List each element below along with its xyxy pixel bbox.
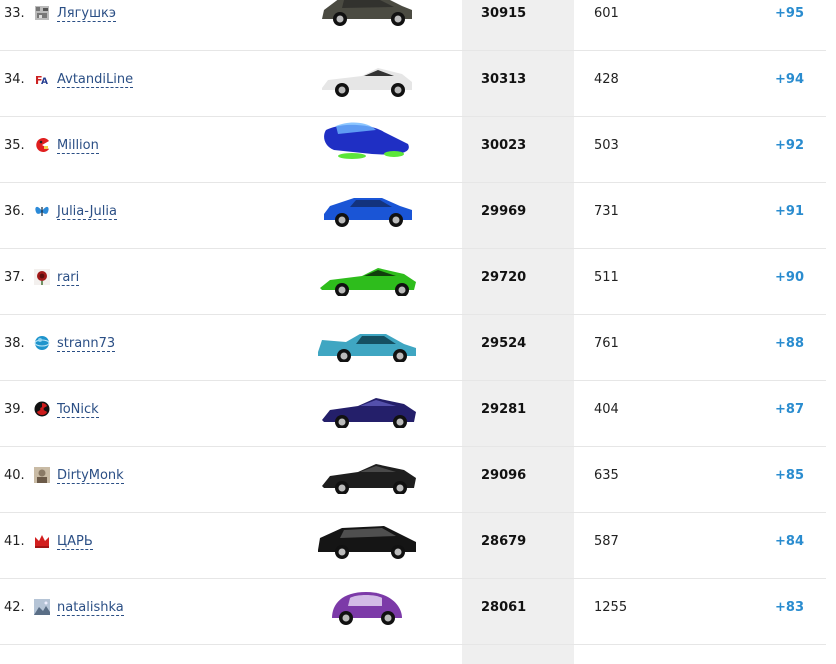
score-delta: +92 bbox=[775, 138, 804, 153]
supercar-black-icon bbox=[312, 448, 420, 494]
leaderboard-row: 37. rari 29720 511 +90 bbox=[0, 248, 826, 315]
player-name-link[interactable]: rari bbox=[57, 270, 80, 286]
score-delta: +85 bbox=[775, 468, 804, 483]
score-delta: +90 bbox=[775, 270, 804, 285]
player-name-link[interactable]: ToNick bbox=[57, 402, 99, 418]
score-value: 30915 bbox=[481, 6, 527, 21]
rank-position: 37. bbox=[4, 270, 25, 285]
races-count: 428 bbox=[594, 72, 619, 87]
coupe-blue-icon bbox=[312, 184, 420, 230]
rank-position: 42. bbox=[4, 600, 25, 615]
sedan-gray-icon bbox=[312, 0, 420, 32]
races-count: 731 bbox=[594, 204, 619, 219]
rank-position: 36. bbox=[4, 204, 25, 219]
score-value: 30313 bbox=[481, 72, 527, 87]
score-delta: +91 bbox=[775, 204, 804, 219]
score-delta: +94 bbox=[775, 72, 804, 87]
races-count: 503 bbox=[594, 138, 619, 153]
score-value: 28679 bbox=[481, 534, 527, 549]
player-name-link[interactable]: natalishka bbox=[57, 600, 124, 616]
supercar-green-icon bbox=[312, 250, 420, 296]
score-value: 29524 bbox=[481, 336, 527, 351]
leaderboard-row: 34. FA AvtandiLine 30313 428 +94 bbox=[0, 50, 826, 117]
leaderboard-row: 41. ЦАРЬ 28679 587 +84 bbox=[0, 512, 826, 579]
pacman-icon bbox=[34, 137, 50, 153]
rank-position: 34. bbox=[4, 72, 25, 87]
landscape-avatar-icon bbox=[34, 599, 50, 615]
score-delta: +87 bbox=[775, 402, 804, 417]
crown-icon bbox=[34, 533, 50, 549]
races-count: 635 bbox=[594, 468, 619, 483]
score-value: 30023 bbox=[481, 138, 527, 153]
races-count: 511 bbox=[594, 270, 619, 285]
rank-position: 33. bbox=[4, 6, 25, 21]
rank-position: 39. bbox=[4, 402, 25, 417]
sports-car-teal-icon bbox=[312, 316, 420, 362]
leaderboard-row: 40. DirtyMonk 29096 635 +85 bbox=[0, 446, 826, 513]
leaderboard-row: 33. Лягушкэ 30915 601 +95 bbox=[0, 0, 826, 51]
rose-icon bbox=[34, 269, 50, 285]
player-name-link[interactable]: ЦАРЬ bbox=[57, 534, 93, 550]
hover-car-blue-icon bbox=[312, 118, 420, 164]
player-name-link[interactable]: DirtyMonk bbox=[57, 468, 124, 484]
score-delta: +84 bbox=[775, 534, 804, 549]
races-count: 761 bbox=[594, 336, 619, 351]
butterfly-icon bbox=[34, 203, 50, 219]
races-count: 587 bbox=[594, 534, 619, 549]
rank-position: 40. bbox=[4, 468, 25, 483]
letter-logo-icon: FA bbox=[34, 71, 50, 87]
score-delta: +95 bbox=[775, 6, 804, 21]
globe-icon bbox=[34, 335, 50, 351]
leaderboard-row: 38. strann73 29524 761 +88 bbox=[0, 314, 826, 381]
races-count: 1255 bbox=[594, 600, 628, 615]
rank-position: 35. bbox=[4, 138, 25, 153]
rank-position: 38. bbox=[4, 336, 25, 351]
rank-position: 41. bbox=[4, 534, 25, 549]
photo-avatar-icon bbox=[34, 467, 50, 483]
player-name-link[interactable]: strann73 bbox=[57, 336, 116, 352]
score-value: 29281 bbox=[481, 402, 527, 417]
races-count: 601 bbox=[594, 6, 619, 21]
score-delta: +83 bbox=[775, 600, 804, 615]
races-count: 404 bbox=[594, 402, 619, 417]
score-delta: +88 bbox=[775, 336, 804, 351]
leaderboard-row: 35. Million 30023 503 +92 bbox=[0, 116, 826, 183]
supercar-purple-icon bbox=[312, 382, 420, 428]
score-value: 29969 bbox=[481, 204, 527, 219]
beetle-purple-icon bbox=[312, 580, 420, 626]
score-value: 28061 bbox=[481, 600, 527, 615]
player-name-link[interactable]: Julia-Julia bbox=[57, 204, 117, 220]
leaderboard-row: 42. natalishka 28061 1255 +83 bbox=[0, 578, 826, 645]
score-value: 29720 bbox=[481, 270, 527, 285]
leaderboard-row: 36. Julia-Julia 29969 731 +91 bbox=[0, 182, 826, 249]
hatchback-black-icon bbox=[312, 514, 420, 560]
score-value: 29096 bbox=[481, 468, 527, 483]
leaderboard-row: 39. ToNick 29281 404 +87 bbox=[0, 380, 826, 447]
player-name-link[interactable]: Million bbox=[57, 138, 99, 154]
supercar-white-icon bbox=[312, 52, 420, 98]
pixel-frog-icon bbox=[34, 5, 50, 21]
svg-text:A: A bbox=[41, 77, 48, 87]
player-name-link[interactable]: Лягушкэ bbox=[57, 6, 117, 22]
player-name-link[interactable]: AvtandiLine bbox=[57, 72, 134, 88]
radiation-icon bbox=[34, 401, 50, 417]
